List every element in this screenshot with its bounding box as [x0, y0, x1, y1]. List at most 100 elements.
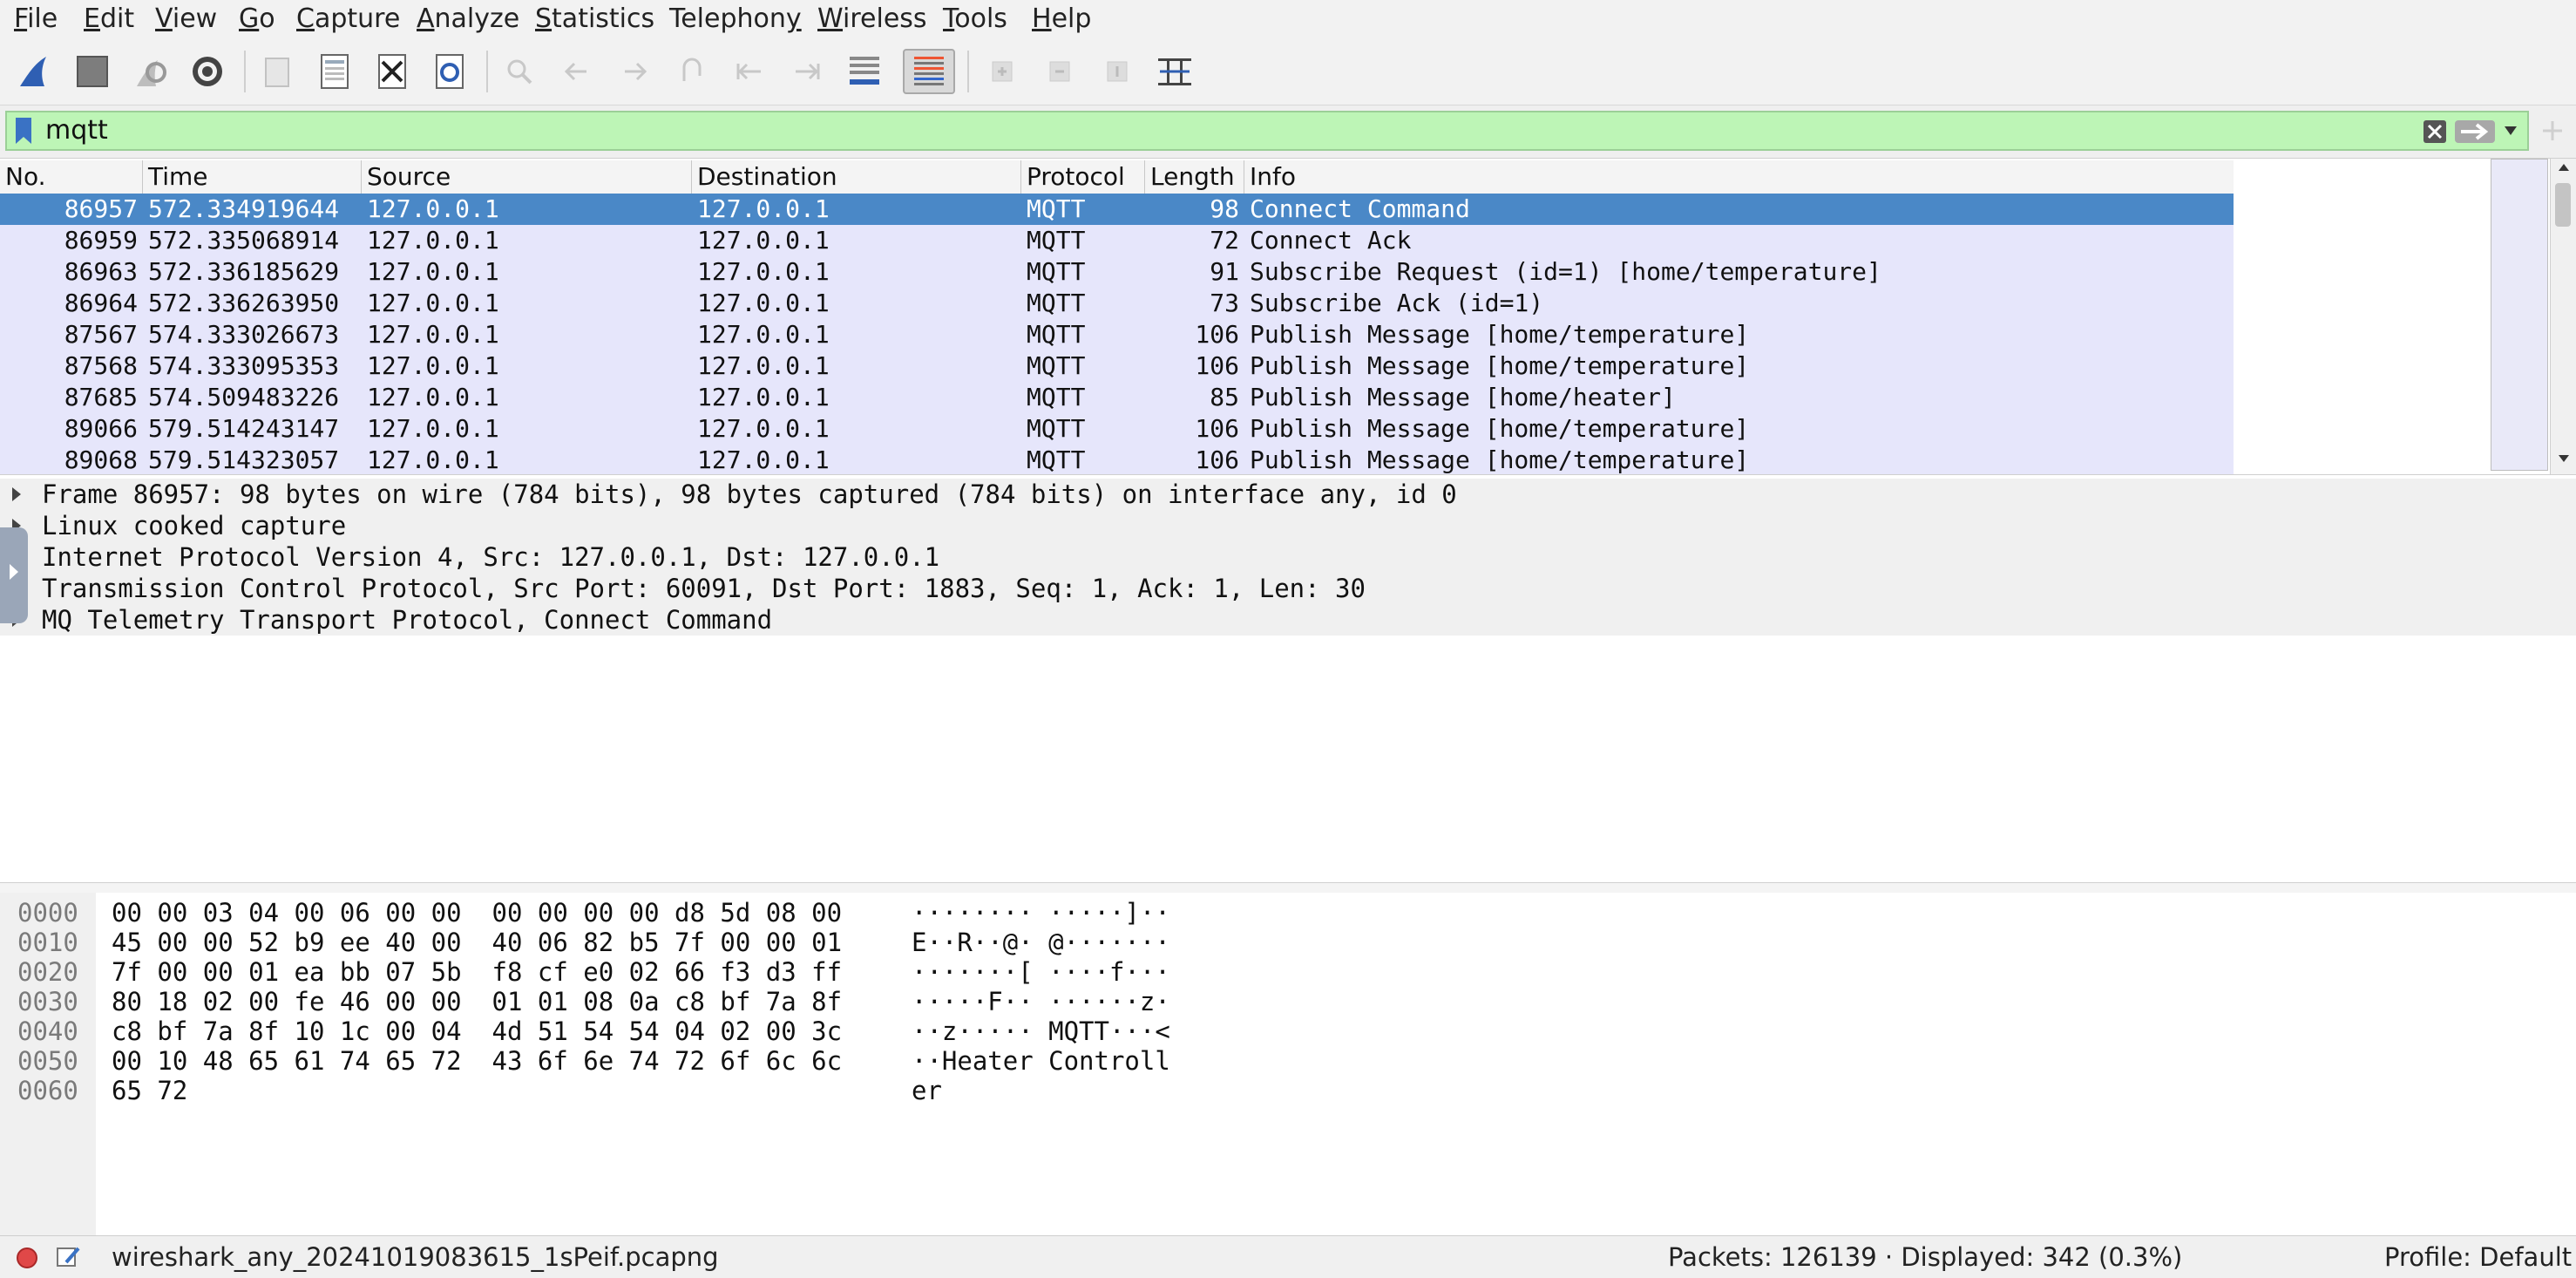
menu-telephony[interactable]: Telephony: [669, 3, 802, 35]
bookmark-icon[interactable]: [14, 116, 33, 146]
table-row[interactable]: 86957 572.334919644 127.0.0.1 127.0.0.1 MQTT…: [0, 194, 2234, 225]
cell-time: 579.514323057: [148, 445, 340, 474]
stop-square-icon[interactable]: [70, 49, 115, 94]
cell-destination: 127.0.0.1: [697, 226, 830, 255]
table-row[interactable]: 87685 574.509483226 127.0.0.1 127.0.0.1 MQTT…: [0, 382, 2234, 413]
column-header-length[interactable]: Length: [1145, 160, 1244, 194]
table-row[interactable]: 86964 572.336263950 127.0.0.1 127.0.0.1 MQTT…: [0, 288, 2234, 319]
table-row[interactable]: 89068 579.514323057 127.0.0.1 127.0.0.1 MQTT…: [0, 445, 2234, 475]
menu-tools[interactable]: Tools: [943, 3, 1007, 35]
packet-list-scrollbar-thumb[interactable]: [2555, 183, 2571, 227]
menu-help[interactable]: Help: [1032, 3, 1091, 35]
open-file-icon[interactable]: [254, 49, 300, 94]
clear-filter-icon[interactable]: [2423, 119, 2447, 144]
capture-comment-icon[interactable]: [56, 1245, 82, 1269]
go-to-packet-icon[interactable]: [669, 49, 715, 94]
cell-source: 127.0.0.1: [367, 320, 499, 349]
column-header-destination[interactable]: Destination: [692, 160, 1021, 194]
menu-view[interactable]: View: [155, 3, 217, 35]
menu-capture[interactable]: Capture: [296, 3, 400, 35]
cell-time: 574.333026673: [148, 320, 340, 349]
column-header-time[interactable]: Time: [143, 160, 362, 194]
packet-list-scrollbar[interactable]: [2550, 159, 2576, 475]
menu-go[interactable]: Go: [239, 3, 275, 35]
cell-destination: 127.0.0.1: [697, 351, 830, 380]
cell-protocol: MQTT: [1027, 351, 1086, 380]
detail-row-tcp[interactable]: Transmission Control Protocol, Src Port:…: [0, 573, 2576, 604]
column-header-protocol[interactable]: Protocol: [1021, 160, 1145, 194]
cell-protocol: MQTT: [1027, 226, 1086, 255]
zoom-out-icon[interactable]: [1037, 49, 1082, 94]
cell-info: Publish Message [home/temperature]: [1250, 414, 1750, 443]
restart-capture-icon[interactable]: [127, 49, 173, 94]
packet-minimap[interactable]: [2491, 159, 2548, 471]
cell-no: 87567: [64, 320, 138, 349]
go-first-icon[interactable]: [727, 49, 772, 94]
column-header-no[interactable]: No.: [0, 160, 143, 194]
add-filter-button-icon[interactable]: [2539, 118, 2566, 144]
resize-columns-icon[interactable]: [1152, 49, 1197, 94]
cell-source: 127.0.0.1: [367, 257, 499, 286]
menu-wireless[interactable]: Wireless: [817, 3, 927, 35]
zoom-in-icon[interactable]: [980, 49, 1025, 94]
table-row[interactable]: 87567 574.333026673 127.0.0.1 127.0.0.1 MQTT…: [0, 319, 2234, 350]
packet-list-pane: No. Time Source Destination Protocol Len…: [0, 158, 2576, 475]
normal-size-icon[interactable]: [1095, 49, 1140, 94]
pane-side-handle[interactable]: [0, 527, 28, 623]
menu-file[interactable]: File: [14, 3, 58, 35]
cell-protocol: MQTT: [1027, 194, 1086, 223]
detail-row-mqtt[interactable]: MQ Telemetry Transport Protocol, Connect…: [0, 604, 2576, 636]
cell-info: Subscribe Ack (id=1): [1250, 289, 1544, 317]
display-filter-bar: [0, 105, 2576, 158]
filter-history-dropdown-icon[interactable]: [2503, 125, 2518, 137]
cell-destination: 127.0.0.1: [697, 289, 830, 317]
scroll-up-icon[interactable]: [2557, 162, 2571, 173]
menu-bar: File Edit View Go Capture Analyze Statis…: [0, 0, 2576, 38]
autoscroll-icon[interactable]: [842, 49, 887, 94]
cell-no: 89068: [64, 445, 138, 474]
expert-info-icon[interactable]: [16, 1247, 38, 1269]
cell-length: 106: [1195, 351, 1239, 380]
close-file-icon[interactable]: [369, 49, 415, 94]
table-row[interactable]: 87568 574.333095353 127.0.0.1 127.0.0.1 MQTT…: [0, 350, 2234, 382]
shark-fin-start-icon[interactable]: [12, 49, 58, 94]
cell-length: 85: [1210, 383, 1239, 411]
scroll-down-icon[interactable]: [2557, 453, 2571, 464]
cell-info: Subscribe Request (id=1) [home/temperatu…: [1250, 257, 1881, 286]
cell-protocol: MQTT: [1027, 414, 1086, 443]
capture-options-gear-icon[interactable]: [185, 49, 230, 94]
cell-no: 86959: [64, 226, 138, 255]
display-filter-input[interactable]: [45, 112, 2398, 149]
table-row[interactable]: 86959 572.335068914 127.0.0.1 127.0.0.1 MQTT…: [0, 225, 2234, 256]
cell-time: 572.334919644: [148, 194, 340, 223]
menu-edit[interactable]: Edit: [84, 3, 134, 35]
find-packet-icon[interactable]: [497, 49, 542, 94]
menu-analyze[interactable]: Analyze: [417, 3, 519, 35]
menu-statistics[interactable]: Statistics: [535, 3, 654, 35]
detail-row-ipv4[interactable]: Internet Protocol Version 4, Src: 127.0.…: [0, 541, 2576, 573]
cell-info: Connect Ack: [1250, 226, 1412, 255]
packet-bytes-pane: 0000 00 00 03 04 00 06 00 00 00 00 00 00 …: [0, 893, 2576, 1235]
colorize-icon[interactable]: [903, 49, 955, 94]
cell-source: 127.0.0.1: [367, 226, 499, 255]
table-row[interactable]: 89066 579.514243147 127.0.0.1 127.0.0.1 MQTT…: [0, 413, 2234, 445]
cell-length: 98: [1210, 194, 1239, 223]
status-profile[interactable]: Profile: Default: [2384, 1236, 2572, 1278]
cell-length: 106: [1195, 414, 1239, 443]
reload-file-icon[interactable]: [427, 49, 472, 94]
go-last-icon[interactable]: [784, 49, 830, 94]
apply-filter-icon[interactable]: [2454, 119, 2496, 144]
save-file-icon[interactable]: [312, 49, 357, 94]
cell-destination: 127.0.0.1: [697, 445, 830, 474]
table-row[interactable]: 86963 572.336185629 127.0.0.1 127.0.0.1 MQTT…: [0, 256, 2234, 288]
go-forward-icon[interactable]: [612, 49, 657, 94]
go-back-icon[interactable]: [554, 49, 600, 94]
detail-row-frame[interactable]: Frame 86957: 98 bytes on wire (784 bits)…: [0, 479, 2576, 510]
cell-no: 86963: [64, 257, 138, 286]
expand-arrow-icon[interactable]: [12, 487, 21, 501]
cell-source: 127.0.0.1: [367, 351, 499, 380]
column-header-info[interactable]: Info: [1244, 160, 2234, 194]
cell-destination: 127.0.0.1: [697, 194, 830, 223]
detail-row-linux-cooked[interactable]: Linux cooked capture: [0, 510, 2576, 541]
column-header-source[interactable]: Source: [362, 160, 692, 194]
